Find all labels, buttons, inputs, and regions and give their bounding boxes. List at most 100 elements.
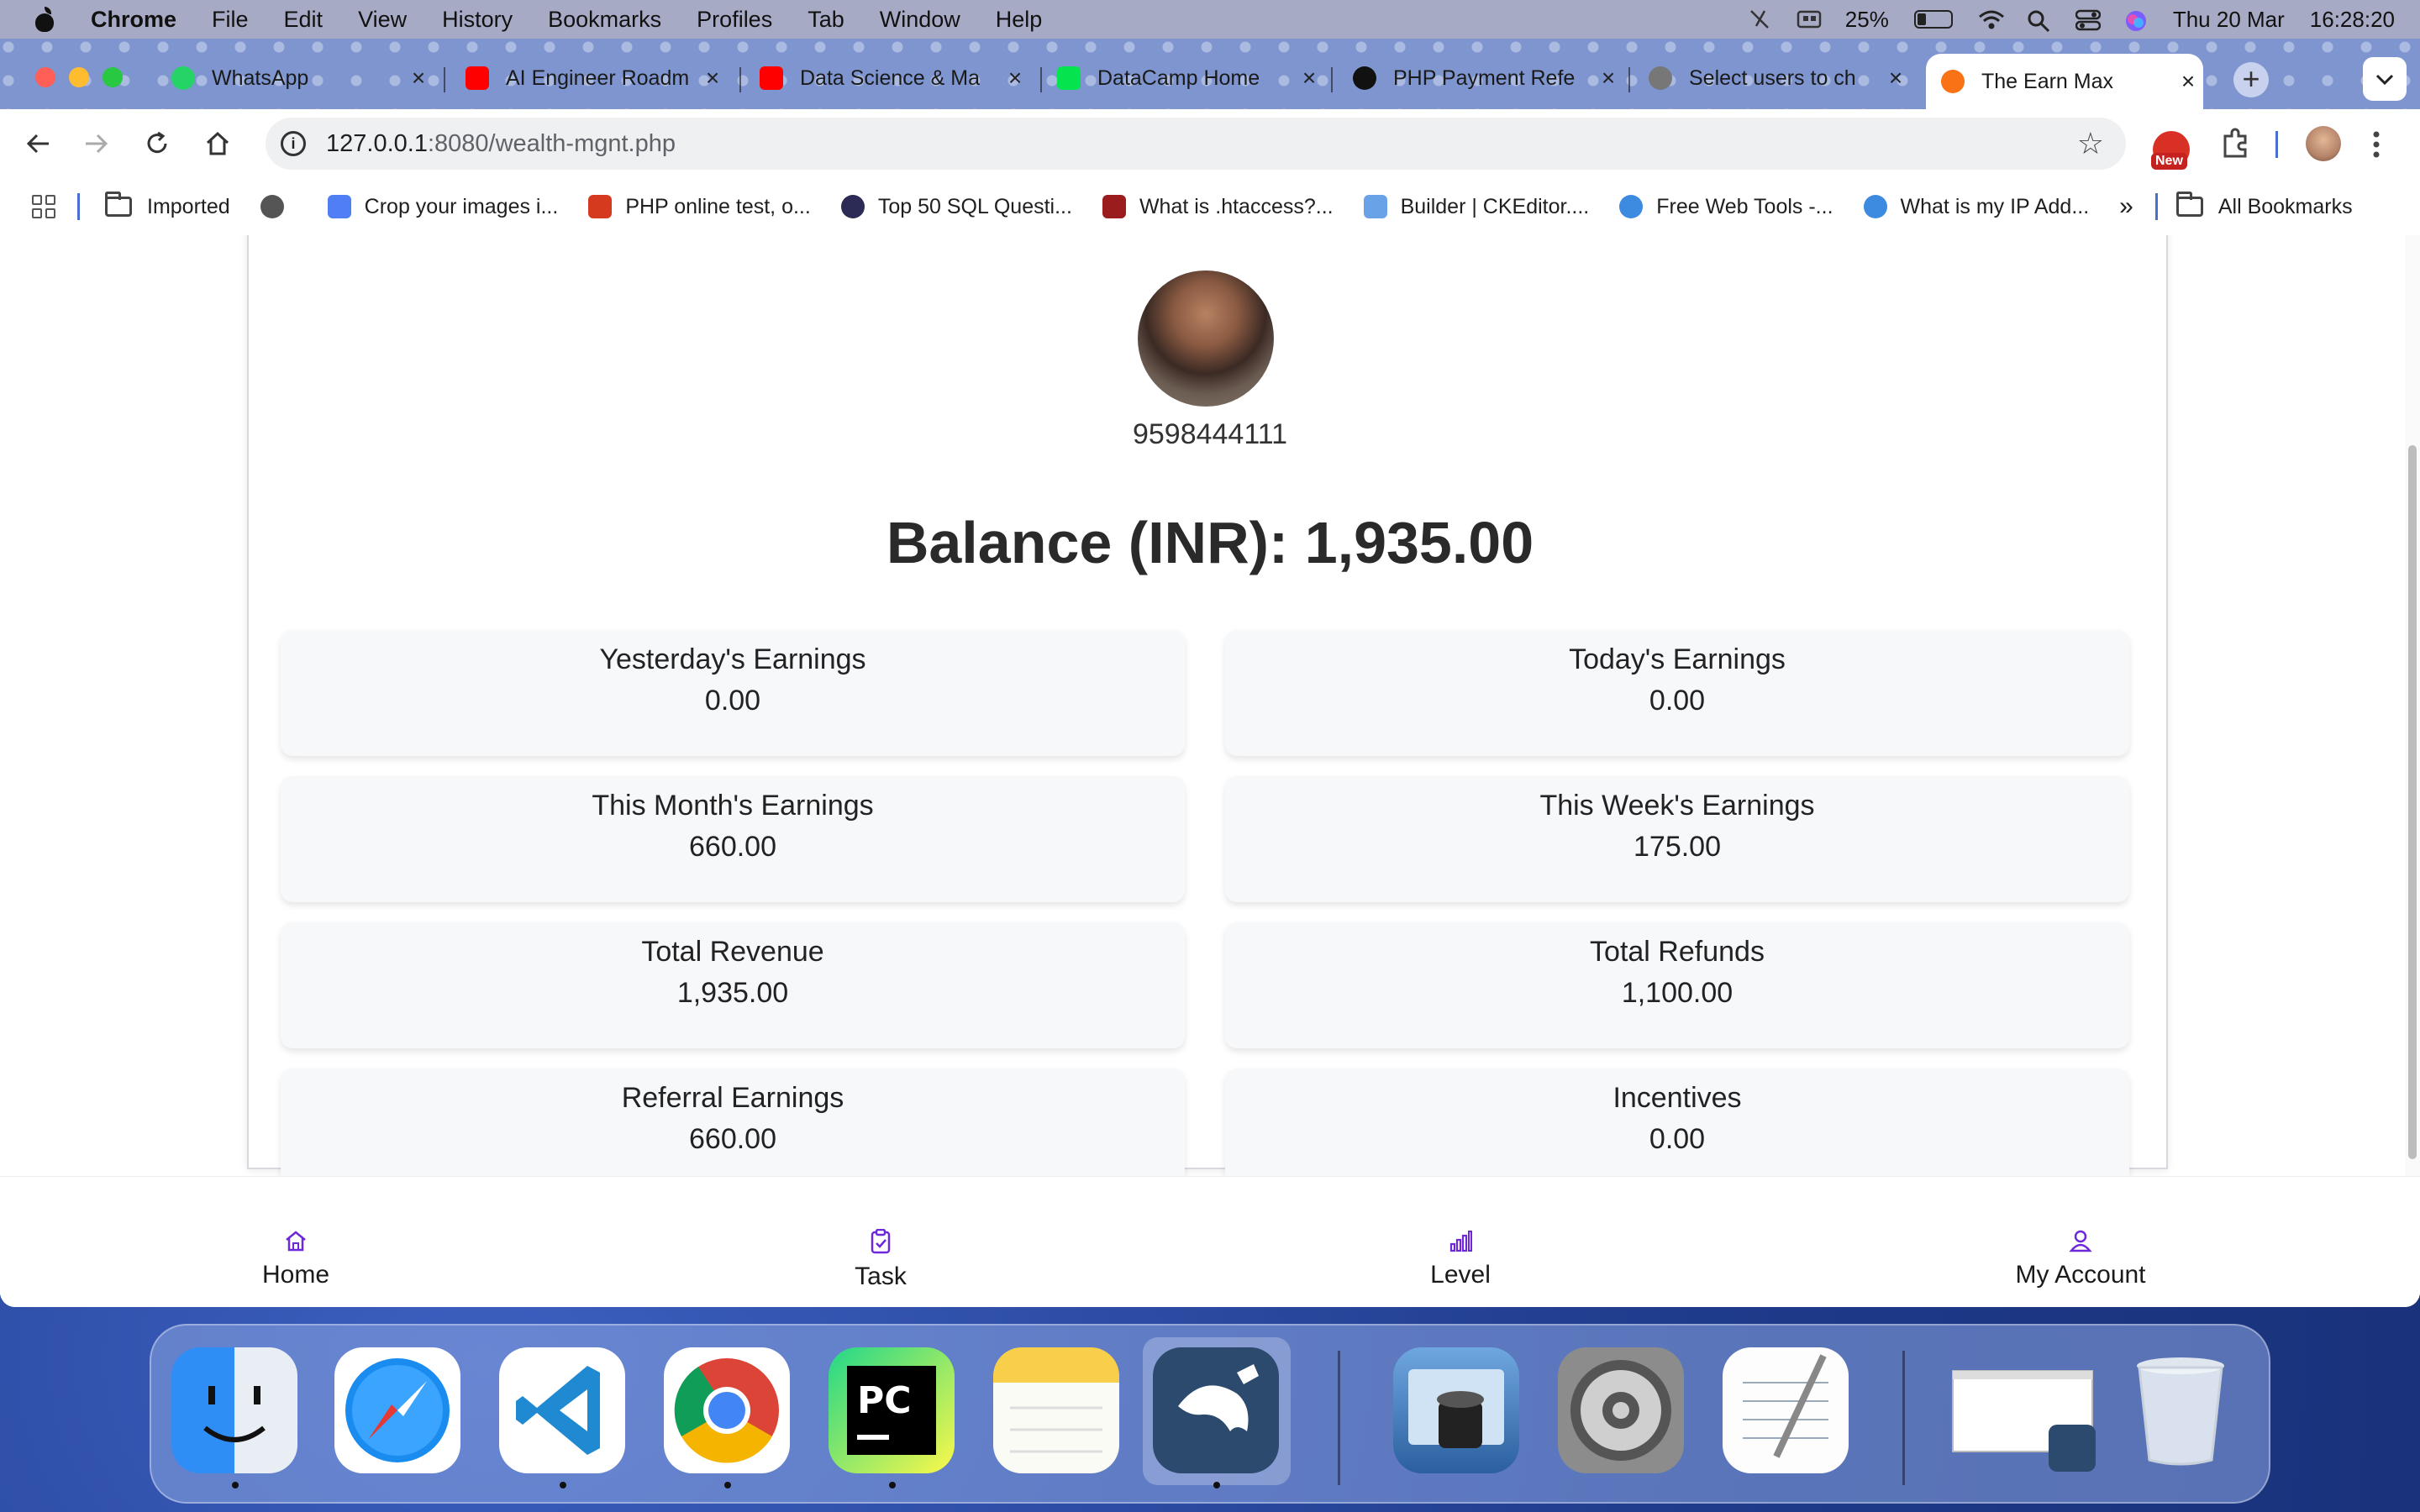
bookmark-globe[interactable] <box>260 195 297 218</box>
chrome-icon[interactable] <box>664 1347 790 1473</box>
reload-button[interactable] <box>138 124 176 163</box>
forward-button[interactable] <box>77 124 116 163</box>
bookmarks-divider <box>77 193 80 220</box>
menu-tab[interactable]: Tab <box>808 7 844 33</box>
preview-icon[interactable] <box>1393 1347 1519 1473</box>
bookmark-ckeditor[interactable]: Builder | CKEditor.... <box>1363 195 1589 219</box>
c-logo-icon <box>588 195 613 218</box>
nav-label: Home <box>261 1261 330 1289</box>
tab-search-button[interactable] <box>2363 57 2407 101</box>
menu-window[interactable]: Window <box>880 7 960 33</box>
input-source-icon[interactable] <box>1797 9 1822 29</box>
tab-the-earn-max[interactable]: The Earn Max × <box>1926 54 2203 109</box>
menu-file[interactable]: File <box>212 7 249 33</box>
scrollbar-thumb[interactable] <box>2408 445 2417 1159</box>
bookmarks-overflow-chevron-icon[interactable]: » <box>2119 192 2133 221</box>
ht-logo-icon <box>1102 195 1126 218</box>
menu-history[interactable]: History <box>442 7 513 33</box>
stat-label: Incentives <box>1612 1082 1742 1114</box>
tab-close-icon[interactable]: × <box>697 65 728 92</box>
bookmark-sql-questions[interactable]: Top 50 SQL Questi... <box>840 195 1072 219</box>
siri-icon[interactable] <box>2124 9 2148 31</box>
spotlight-search-icon[interactable] <box>2027 9 2050 33</box>
bookmark-my-ip[interactable]: What is my IP Add... <box>1863 195 2089 219</box>
stat-label: Total Refunds <box>1590 936 1765 968</box>
back-button[interactable] <box>18 124 57 163</box>
nav-task[interactable]: Task <box>830 1229 931 1291</box>
tab-close-icon[interactable]: × <box>1294 65 1324 92</box>
bookmark-htaccess[interactable]: What is .htaccess?... <box>1102 195 1334 219</box>
stat-card-today: Today's Earnings 0.00 <box>1225 630 2129 756</box>
apps-grid-icon[interactable] <box>32 195 55 218</box>
tab-datacamp[interactable]: DataCamp Home × <box>1042 54 1324 102</box>
menubar-time[interactable]: 16:28:20 <box>2310 7 2395 33</box>
all-bookmarks-folder[interactable]: All Bookmarks <box>2175 192 2353 219</box>
pycharm-icon[interactable]: PC <box>829 1347 955 1473</box>
new-tab-button[interactable]: + <box>2233 62 2269 97</box>
tab-php-payment[interactable]: PHP Payment Refe × <box>1338 54 1623 102</box>
wifi-icon[interactable] <box>1978 9 2004 29</box>
bookmark-php-test[interactable]: PHP online test, o... <box>588 195 811 219</box>
bookmark-star-icon[interactable]: ☆ <box>2077 126 2104 161</box>
extensions-puzzle-icon[interactable] <box>2220 124 2250 163</box>
stat-value: 660.00 <box>689 831 776 863</box>
tab-divider <box>1331 67 1333 92</box>
menu-view[interactable]: View <box>358 7 407 33</box>
bookmark-folder-imported[interactable]: Imported <box>105 192 230 219</box>
tab-whatsapp[interactable]: WhatsApp × <box>156 54 434 102</box>
address-bar[interactable]: i 127.0.0.1:8080/wealth-mgnt.php ☆ <box>266 118 2126 170</box>
tab-ai-engineer[interactable]: AI Engineer Roadm × <box>450 54 728 102</box>
menu-profiles[interactable]: Profiles <box>697 7 772 33</box>
system-settings-icon[interactable] <box>1558 1347 1684 1473</box>
window-minimize-button[interactable] <box>69 67 89 87</box>
bookmark-label: Imported <box>147 194 230 218</box>
document-icon <box>1363 195 1387 218</box>
macos-dock: PC <box>150 1324 2270 1504</box>
browser-toolbar: i 127.0.0.1:8080/wealth-mgnt.php ☆ New <box>0 109 2420 178</box>
nav-home[interactable]: Home <box>244 1229 348 1289</box>
textedit-icon[interactable] <box>1723 1347 1849 1473</box>
home-button[interactable] <box>198 124 237 163</box>
control-center-icon[interactable] <box>2075 9 2102 31</box>
tab-close-icon[interactable]: × <box>1000 65 1030 92</box>
safari-icon[interactable] <box>334 1347 460 1473</box>
vscode-icon[interactable] <box>499 1347 625 1473</box>
dock-divider <box>1902 1351 1905 1485</box>
tab-title: AI Engineer Roadm <box>506 66 690 90</box>
trash-icon[interactable] <box>2118 1347 2244 1473</box>
tab-close-icon[interactable]: × <box>2173 68 2203 95</box>
svg-text:PC: PC <box>857 1379 912 1422</box>
recent-window-thumbnail[interactable] <box>1944 1347 2096 1473</box>
menu-app-name[interactable]: Chrome <box>91 7 176 33</box>
nav-my-account[interactable]: My Account <box>2003 1229 2158 1289</box>
site-info-icon[interactable]: i <box>281 131 306 156</box>
extension-new-badge-icon[interactable]: New <box>2151 131 2190 170</box>
menubar-status-area: 25% Thu 20 Mar 16:28:20 <box>1748 0 2395 39</box>
apple-logo-icon[interactable] <box>34 7 55 32</box>
battery-icon[interactable] <box>1913 10 1953 29</box>
tab-close-icon[interactable]: × <box>1593 65 1623 92</box>
globe-icon <box>1649 66 1672 90</box>
finder-icon[interactable] <box>171 1347 297 1473</box>
bookmark-crop-images[interactable]: Crop your images i... <box>327 195 558 219</box>
window-close-button[interactable] <box>35 67 55 87</box>
menu-bookmarks[interactable]: Bookmarks <box>548 7 661 33</box>
menu-help[interactable]: Help <box>996 7 1043 33</box>
window-zoom-button[interactable] <box>103 67 123 87</box>
nav-level[interactable]: Level <box>1412 1229 1509 1289</box>
menubar-date[interactable]: Thu 20 Mar <box>2173 7 2285 33</box>
notes-icon[interactable] <box>993 1347 1119 1473</box>
tab-select-users[interactable]: Select users to ch × <box>1634 54 1911 102</box>
running-indicator <box>724 1482 731 1488</box>
bookmark-free-web-tools[interactable]: Free Web Tools -... <box>1619 195 1833 219</box>
tab-close-icon[interactable]: × <box>1881 65 1911 92</box>
stat-value: 1,935.00 <box>676 977 789 1009</box>
tab-close-icon[interactable]: × <box>403 65 434 92</box>
pen-slash-icon[interactable] <box>1748 9 1771 29</box>
profile-avatar[interactable] <box>2306 126 2341 161</box>
chrome-menu-kebab-icon[interactable] <box>2370 124 2383 163</box>
menu-edit[interactable]: Edit <box>284 7 324 33</box>
page-scrollbar[interactable] <box>2405 235 2420 1176</box>
tab-data-science[interactable]: Data Science & Ma × <box>744 54 1030 102</box>
mysql-workbench-icon[interactable] <box>1153 1347 1279 1473</box>
